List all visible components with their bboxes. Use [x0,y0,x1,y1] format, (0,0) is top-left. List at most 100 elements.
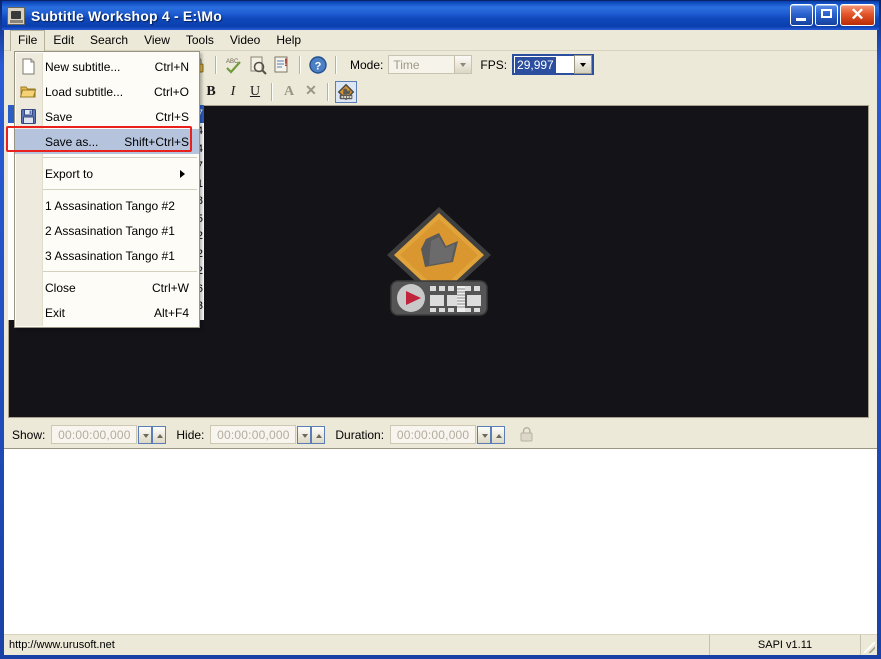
status-sapi-version: SAPI v1.11 [710,635,861,655]
menu-file[interactable]: File [10,29,46,51]
menu-separator-3 [43,271,197,272]
toolbar-separator-2 [299,55,301,74]
help-icon[interactable]: ? [307,54,329,76]
file-dropdown-menu[interactable]: New subtitle... Ctrl+N Load subtitle... … [6,51,200,328]
menu-item-no-icon [15,275,41,300]
menu-view[interactable]: View [136,30,178,50]
media-player-classic-logo [379,203,499,321]
subtitle-text-editor[interactable] [4,448,877,634]
menu-item-recent-1[interactable]: 1 Assasination Tango #2 [15,193,199,218]
menu-item-label: 3 Assasination Tango #1 [45,248,175,263]
underline-icon[interactable]: U [244,81,266,102]
time-controls-bar: Show: 00:00:00,000 Hide: 00:00:00,000 Du… [4,421,877,448]
spellcheck-icon[interactable]: ABC [223,54,245,76]
submenu-arrow-icon [180,169,193,178]
menu-item-label: Load subtitle... [45,84,124,99]
window-controls: ✕ [790,4,875,26]
menu-item-accel: Ctrl+W [152,280,189,295]
menu-separator [43,157,197,158]
close-icon: ✕ [850,5,865,24]
floppy-disk-icon [15,104,41,129]
show-time-input[interactable]: 00:00:00,000 [51,425,138,444]
menu-item-no-icon [15,218,41,243]
clear-format-icon[interactable]: ✕ [300,81,322,102]
application-window: Subtitle Workshop 4 - E:\Mo ✕ File Edit … [0,0,881,659]
menu-item-save-as[interactable]: Save as... Shift+Ctrl+S [6,126,199,154]
menu-item-new-subtitle[interactable]: New subtitle... Ctrl+N [15,54,199,79]
menu-item-no-icon [15,129,41,154]
fps-label: FPS: [480,57,508,72]
menu-item-accel: Ctrl+N [154,59,189,74]
menu-bar: File Edit Search View Tools Video Help [4,29,877,51]
menu-item-accel: Ctrl+S [155,109,189,124]
mode-select[interactable]: Time [388,55,473,74]
show-label: Show: [12,427,46,442]
menu-item-recent-3[interactable]: 3 Assasination Tango #1 [15,243,199,268]
menu-item-accel: Alt+F4 [153,305,189,320]
menu-item-load-subtitle[interactable]: Load subtitle... Ctrl+O [15,79,199,104]
italic-icon[interactable]: I [222,81,244,102]
fps-value[interactable]: 29,997 [515,56,556,73]
lock-duration-icon[interactable] [517,426,537,444]
menu-item-no-icon [15,161,41,186]
menu-tools[interactable]: Tools [178,30,222,50]
menu-item-accel: Ctrl+O [153,84,189,99]
toolbar-separator [215,55,217,74]
status-bar: http://www.urusoft.net SAPI v1.11 [4,634,877,655]
mode-value: Time [393,57,420,72]
menu-help[interactable]: Help [268,30,309,50]
new-document-icon [15,54,41,79]
hide-time-up-icon[interactable] [311,425,326,444]
menu-item-label: Close [45,280,76,295]
svg-text:?: ? [315,60,322,72]
bold-icon[interactable]: B [200,81,222,102]
format-separator [271,82,273,101]
fps-chevron-down-icon[interactable] [574,55,593,74]
show-time-down-icon[interactable] [138,425,153,444]
search-subtitle-icon[interactable] [247,54,269,76]
menu-item-label: Save as... [45,134,99,149]
menu-edit[interactable]: Edit [45,30,82,50]
resize-grip-icon[interactable] [861,635,877,655]
menu-video[interactable]: Video [222,30,268,50]
format-separator-2 [327,82,329,101]
show-time-up-icon[interactable] [152,425,167,444]
fps-select[interactable]: 29,997 [512,54,595,75]
menu-item-no-icon [15,243,41,268]
menu-item-save[interactable]: Save Ctrl+S [15,104,199,129]
menu-item-no-icon [15,193,41,218]
hide-label: Hide: [176,427,205,442]
hide-time-stepper[interactable] [297,425,326,444]
duration-down-icon[interactable] [477,425,492,444]
duration-stepper[interactable] [477,425,506,444]
app-icon [7,6,25,25]
menu-item-exit[interactable]: Exit Alt+F4 [15,300,199,325]
toolbar-separator-3 [335,55,337,74]
menu-item-export-to[interactable]: Export to [15,161,199,186]
maximize-button[interactable] [815,4,838,26]
menu-separator-2 [43,189,197,190]
subtitle-info-icon[interactable]: ! [271,54,293,76]
mode-label: Mode: [350,57,384,72]
window-title: Subtitle Workshop 4 - E:\Mo [31,7,223,24]
status-url[interactable]: http://www.urusoft.net [4,635,710,655]
show-time-stepper[interactable] [138,425,167,444]
duration-input[interactable]: 00:00:00,000 [390,425,477,444]
duration-label: Duration: [335,427,385,442]
menu-item-label: New subtitle... [45,59,121,74]
menu-item-label: Export to [45,166,94,181]
chevron-down-icon[interactable] [454,56,472,73]
set-style-icon[interactable] [335,80,357,103]
hide-time-input[interactable]: 00:00:00,000 [210,425,297,444]
menu-search[interactable]: Search [82,30,136,50]
close-button[interactable]: ✕ [840,4,875,26]
subtitle-text-input[interactable] [5,451,876,634]
font-color-icon[interactable]: A [278,81,300,102]
menu-item-close[interactable]: Close Ctrl+W [15,275,199,300]
minimize-button[interactable] [790,4,813,26]
menu-item-recent-2[interactable]: 2 Assasination Tango #1 [15,218,199,243]
hide-time-down-icon[interactable] [297,425,312,444]
duration-up-icon[interactable] [491,425,506,444]
fps-input-fill[interactable] [555,56,575,73]
menu-item-label: Save [45,109,73,124]
